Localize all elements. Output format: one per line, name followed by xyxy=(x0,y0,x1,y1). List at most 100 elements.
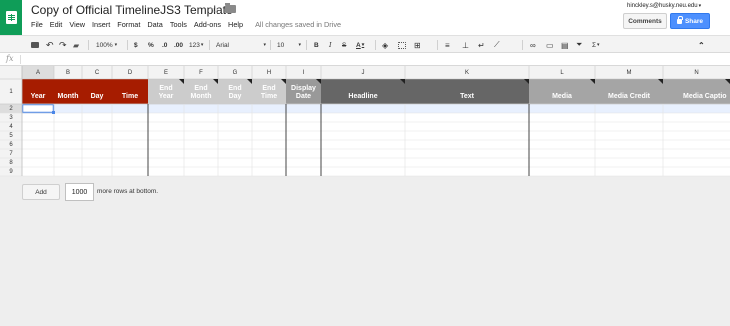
column-header-L[interactable]: L xyxy=(529,66,595,79)
row-header-2[interactable]: 2 xyxy=(0,104,22,113)
header-cell-K[interactable]: Text xyxy=(405,79,529,104)
account-menu[interactable]: hinckley.s@husky.neu.edu▾ xyxy=(627,3,701,9)
menu-bar: File Edit View Insert Format Data Tools … xyxy=(31,20,348,29)
decrease-decimal-button[interactable]: .0 xyxy=(162,39,167,51)
header-cell-B[interactable]: Month xyxy=(54,79,82,104)
header-cell-G[interactable]: End Day xyxy=(218,79,252,104)
chevron-down-icon: ▾ xyxy=(361,42,365,48)
menu-help[interactable]: Help xyxy=(228,20,243,29)
header-cell-N[interactable]: Media Captio xyxy=(663,79,730,104)
sheets-logo-icon[interactable] xyxy=(0,0,22,35)
insert-link-icon[interactable]: ∞ xyxy=(530,39,536,51)
rows-count-input[interactable]: 1000 xyxy=(65,183,94,201)
selected-cell-A2 xyxy=(21,103,55,114)
menu-format[interactable]: Format xyxy=(117,20,140,29)
more-formats-select[interactable]: 123 ▾ xyxy=(189,39,203,51)
menu-view[interactable]: View xyxy=(69,20,85,29)
column-header-F[interactable]: F xyxy=(184,66,218,79)
row-header-3[interactable]: 3 xyxy=(0,113,22,122)
sheet-grid[interactable]: ABCDEFGHIJKLMN 123456789 Year Month Day Tim… xyxy=(0,66,730,326)
bold-button[interactable]: B xyxy=(314,39,319,51)
share-label: Share xyxy=(684,17,704,25)
header-cell-J[interactable]: Headline xyxy=(321,79,405,104)
folder-icon[interactable] xyxy=(225,3,236,13)
column-header-K[interactable]: K xyxy=(405,66,529,79)
rows-suffix-label: more rows at bottom. xyxy=(97,188,159,195)
redo-icon[interactable]: ↷ xyxy=(59,39,67,51)
menu-insert[interactable]: Insert xyxy=(92,20,110,29)
row-header-1[interactable]: 1 xyxy=(0,79,22,104)
header-cell-D[interactable]: Time xyxy=(112,79,148,104)
menu-addons[interactable]: Add-ons xyxy=(194,20,221,29)
toolbar: ↶ ↷ ▰ 100% ▾ $ % .0 .00 123 ▾ Arial ▾ 10 ▾ B… xyxy=(0,35,730,53)
text-color-button[interactable]: A ▾ xyxy=(356,39,364,51)
row-header-4[interactable]: 4 xyxy=(0,122,22,131)
fill-color-icon[interactable]: ◈ xyxy=(382,39,388,51)
comments-button[interactable]: Comments xyxy=(623,13,667,29)
column-header-C[interactable]: C xyxy=(82,66,112,79)
column-header-J[interactable]: J xyxy=(321,66,405,79)
text-wrap-icon[interactable]: ↵ xyxy=(478,39,485,51)
column-header-B[interactable]: B xyxy=(54,66,82,79)
column-header-H[interactable]: H xyxy=(252,66,286,79)
save-status[interactable]: All changes saved in Drive xyxy=(255,20,341,29)
insert-chart-icon[interactable]: ▤ xyxy=(561,39,569,51)
filter-icon[interactable]: ⏷ xyxy=(576,39,582,51)
vertical-align-icon[interactable]: ⊥ xyxy=(462,39,469,51)
horizontal-align-icon[interactable]: ≡ xyxy=(445,39,450,51)
column-header-N[interactable]: N xyxy=(663,66,730,79)
row-header-5[interactable]: 5 xyxy=(0,131,22,140)
header-cell-E[interactable]: End Year xyxy=(148,79,184,104)
font-select[interactable]: Arial ▾ xyxy=(216,39,266,51)
header-cell-L[interactable]: Media xyxy=(529,79,595,104)
increase-decimal-button[interactable]: .00 xyxy=(174,39,183,51)
row-header-6[interactable]: 6 xyxy=(0,140,22,149)
column-header-E[interactable]: E xyxy=(148,66,184,79)
column-header-D[interactable]: D xyxy=(112,66,148,79)
italic-button[interactable]: I xyxy=(329,39,332,51)
column-header-I[interactable]: I xyxy=(286,66,321,79)
row-header-9[interactable]: 9 xyxy=(0,167,22,176)
more-formats-label: 123 xyxy=(189,41,200,49)
merge-cells-icon[interactable]: ⊞ xyxy=(414,39,421,51)
strikethrough-button[interactable]: S xyxy=(342,39,346,51)
menu-edit[interactable]: Edit xyxy=(50,20,63,29)
formula-bar[interactable]: fx xyxy=(0,53,730,66)
font-value: Arial xyxy=(216,41,230,49)
functions-button[interactable]: Σ ▾ xyxy=(592,39,600,51)
percent-format-button[interactable]: % xyxy=(148,39,154,51)
header-cell-H[interactable]: End Time xyxy=(252,79,286,104)
share-button[interactable]: Share xyxy=(670,13,710,29)
print-icon[interactable] xyxy=(31,39,39,51)
menu-tools[interactable]: Tools xyxy=(170,20,187,29)
text-rotation-icon[interactable]: ⟋ xyxy=(494,39,500,51)
column-header-M[interactable]: M xyxy=(595,66,663,79)
collapse-toolbar-icon[interactable]: ⌃ xyxy=(698,39,705,51)
borders-icon[interactable] xyxy=(398,39,406,51)
font-size-select[interactable]: 10 ▾ xyxy=(277,39,301,51)
app-header: Copy of Official TimelineJS3 Template ☆ … xyxy=(0,0,730,35)
star-icon[interactable]: ☆ xyxy=(210,3,220,16)
zoom-select[interactable]: 100% ▾ xyxy=(96,39,117,51)
currency-format-button[interactable]: $ xyxy=(134,39,138,51)
row-header-8[interactable]: 8 xyxy=(0,158,22,167)
paint-format-icon[interactable]: ▰ xyxy=(73,39,79,51)
column-header-G[interactable]: G xyxy=(218,66,252,79)
text-color-label: A xyxy=(356,41,361,49)
header-cell-C[interactable]: Day xyxy=(82,79,112,104)
functions-label: Σ xyxy=(592,41,597,49)
document-title[interactable]: Copy of Official TimelineJS3 Template xyxy=(31,3,233,17)
column-header-A[interactable]: A xyxy=(22,66,54,79)
row-header-7[interactable]: 7 xyxy=(0,149,22,158)
header-cell-A[interactable]: Year xyxy=(22,79,54,104)
insert-comment-icon[interactable]: ▭ xyxy=(546,39,554,51)
chevron-down-icon: ▾ xyxy=(597,42,600,48)
header-cell-F[interactable]: End Month xyxy=(184,79,218,104)
menu-file[interactable]: File xyxy=(31,20,43,29)
header-cell-M[interactable]: Media Credit xyxy=(595,79,663,104)
add-rows-button[interactable]: Add xyxy=(22,184,60,200)
menu-data[interactable]: Data xyxy=(147,20,162,29)
font-size-value: 10 xyxy=(277,41,285,49)
header-cell-I[interactable]: Display Date xyxy=(286,79,321,104)
undo-icon[interactable]: ↶ xyxy=(46,39,54,51)
